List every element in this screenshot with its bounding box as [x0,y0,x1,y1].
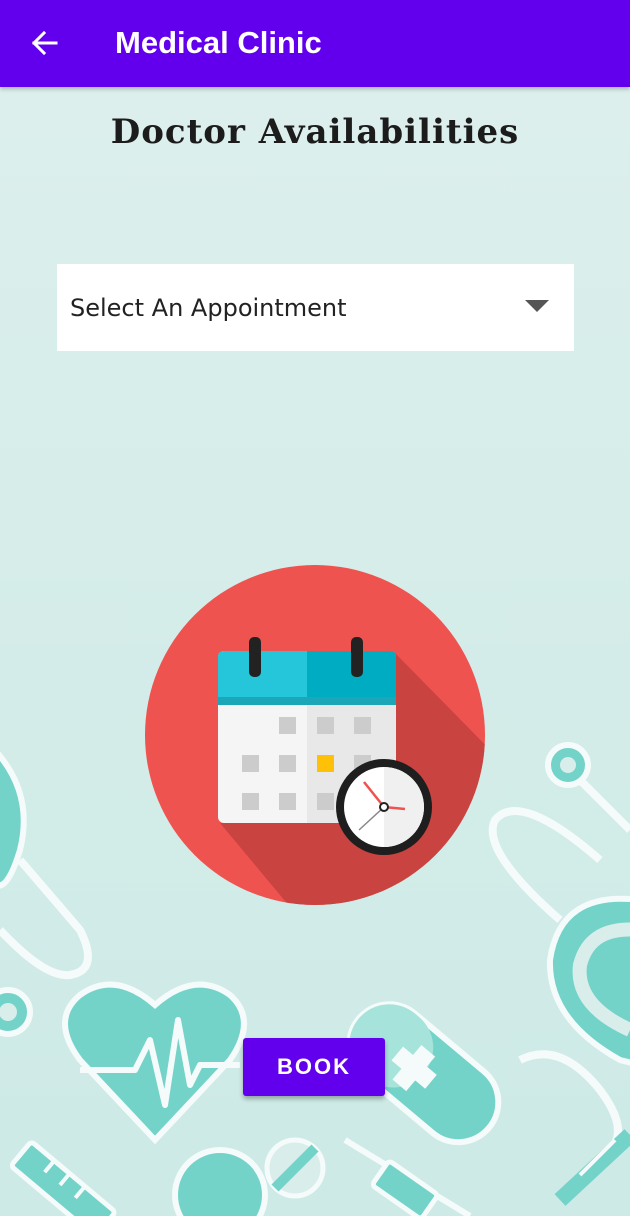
triangle-down-icon [525,300,549,312]
back-button[interactable] [26,25,62,61]
appointment-select-value: Select An Appointment [70,294,347,322]
page-title: Doctor Availabilities [110,112,520,152]
app-title: Medical Clinic [115,25,322,60]
arrow-left-icon [31,30,58,56]
book-button[interactable]: BOOK [243,1038,385,1096]
appointment-select[interactable]: Select An Appointment [57,264,574,351]
calendar-clock-icon [145,565,485,905]
app-bar: Medical Clinic [0,0,630,87]
